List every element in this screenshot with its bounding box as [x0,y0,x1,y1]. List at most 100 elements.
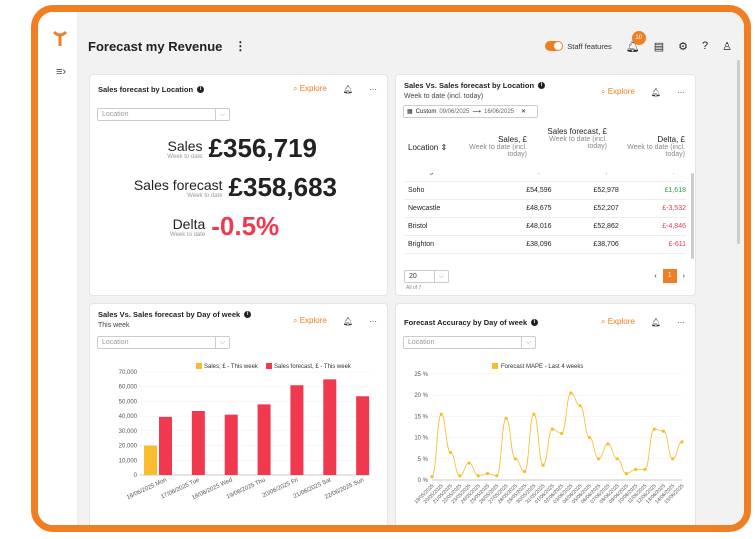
bar-forecast [159,416,172,475]
gear-icon[interactable]: ⚙ [678,40,688,53]
more-icon[interactable]: ··· [677,88,685,97]
page-button[interactable]: 1 [662,269,677,283]
card-title: Forecast Accuracy by Day of week [404,318,528,327]
mape-point [485,472,490,476]
sales-vs-forecast-location-card: Sales Vs. Sales forecast by Location i W… [395,74,696,296]
info-icon[interactable]: i [244,311,252,318]
explore-button[interactable]: ⌕ Explore [293,84,327,94]
page-size-select[interactable]: 20 ⌵ [404,270,449,283]
scrollbar[interactable] [691,173,694,259]
page-header: Forecast my Revenue ⋮ Staff features 🔔︎ … [88,30,732,58]
mape-point [522,469,527,474]
document-icon[interactable]: ▤ [654,40,664,53]
explore-button[interactable]: ⌕ Explore [601,87,635,97]
bar-forecast [323,379,337,475]
date-range-picker[interactable]: ▦ Custom 09/06/2025 ⟶ 16/06/2025 ✕ [403,105,538,118]
mape-point [597,457,601,461]
y-tick-label: 0 % [418,478,429,484]
table-row[interactable]: Kensington£0,000£0,000£-0,000 [404,173,686,182]
card-subtitle: This week [98,322,130,329]
chevron-down-icon: ⌵ [434,271,448,282]
explore-button[interactable]: ⌕ Explore [601,317,635,327]
table-body: Kensington£0,000£0,000£-0,000Soho£54,596… [404,173,694,259]
help-icon[interactable]: ? [702,40,708,52]
card-subtitle: Week to date (incl. today) [404,93,484,100]
info-icon[interactable]: i [538,82,546,89]
mape-point [661,429,666,433]
legend-forecast: Sales forecast, £ - This week [274,364,352,370]
bar-forecast [290,385,304,475]
forecast-label: Sales forecast [133,176,223,193]
bar-chart: 70,000 60,000 50,000 40,000 30,000 20,000 10,0… [119,363,370,501]
user-icon[interactable]: ♙ [722,40,732,53]
table-row[interactable]: Brighton £38,096 £38,706 £-611 [404,235,686,254]
cell-fc: £38,706 [551,235,619,254]
bell-icon[interactable]: 🔔︎ [343,85,353,94]
y-tick-label: 60,000 [119,385,138,391]
more-icon[interactable]: ··· [369,317,377,326]
forecast-accuracy-card: Forecast Accuracy by Day of week i ⌕ Exp… [395,303,696,525]
line-chart: 25 % 20 % 15 % 10 % 5 % 0 % Forecast MAPE - La… [413,363,686,505]
y-tick-label: 50,000 [119,399,138,405]
y-tick-label: 25 % [414,372,428,378]
table-row[interactable]: Bristol £48,016 £52,862 £-4,846 [404,217,686,236]
mape-point [541,463,545,467]
page-scrollbar[interactable] [737,60,740,244]
logo-icon [52,30,68,46]
table-row[interactable]: Newcastle £48,675 £52,207 £-3,532 [404,199,686,218]
mape-point [643,467,647,471]
clear-icon[interactable]: ✕ [521,108,526,115]
y-tick-label: 70,000 [119,370,138,376]
sales-value: £356,719 [208,133,317,163]
staff-features-toggle[interactable]: Staff features [545,41,612,51]
col-location[interactable]: Location ⇕ [408,143,447,152]
mape-point [550,427,554,431]
cell-delta: £-611 [618,235,686,254]
prev-page-icon[interactable]: ‹ [654,273,656,280]
cell-fc: £0,000 [551,173,619,182]
more-icon[interactable]: ··· [369,85,377,94]
location-table: Kensington£0,000£0,000£-0,000Soho£54,596… [404,173,686,254]
location-select[interactable]: Location ⌵ [97,108,230,121]
legend-sales: Sales, £ - This week [204,364,259,370]
cell-fc: £52,862 [551,217,619,236]
card-title: Sales forecast by Location [98,85,194,94]
delta-label: Delta [172,215,206,232]
cell-sales: £54,596 [484,181,552,200]
cell-fc: £52,207 [551,199,619,218]
y-tick-label: 0 [134,473,138,479]
bell-icon[interactable]: 🔔︎ [651,88,661,97]
y-tick-label: 20,000 [119,444,138,450]
notifications-button[interactable]: 🔔︎ 10 [626,30,646,53]
staff-features-label: Staff features [567,41,612,51]
bell-icon[interactable]: 🔔︎ [651,318,661,327]
cell-loc: Bristol [404,217,485,236]
legend-swatch-forecast [266,363,272,369]
mape-point [495,474,499,478]
bar-forecast [191,410,205,475]
toggle-switch[interactable] [545,41,564,51]
mape-point [569,391,573,395]
info-icon[interactable]: i [531,319,539,326]
cell-sales: £38,096 [484,235,552,254]
expand-sidebar-icon[interactable]: ≡› [56,66,66,78]
bar-forecast [356,396,370,475]
location-select[interactable]: Location ⌵ [97,336,230,349]
pagination: ‹ 1 › [654,269,685,283]
forecast-value: £358,683 [228,172,337,202]
bell-icon[interactable]: 🔔︎ [343,317,353,326]
page-title: Forecast my Revenue [88,38,223,54]
info-icon[interactable]: i [197,86,205,93]
location-select[interactable]: Location ⌵ [403,336,536,349]
table-row[interactable]: Soho £54,596 £52,978 £1,618 [404,181,686,200]
page-menu-icon[interactable]: ⋮ [234,39,246,53]
more-icon[interactable]: ··· [677,318,685,327]
arrow-icon: ⟶ [472,109,481,115]
mape-point [624,472,629,476]
cell-sales: £48,675 [484,199,552,218]
mape-point [560,431,564,435]
next-page-icon[interactable]: › [683,273,685,280]
explore-button[interactable]: ⌕ Explore [293,316,327,326]
mape-point [513,457,517,461]
mape-point [504,416,508,421]
